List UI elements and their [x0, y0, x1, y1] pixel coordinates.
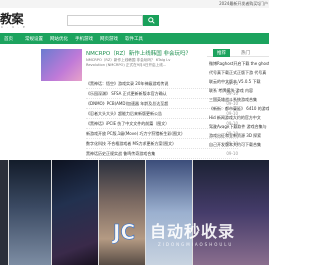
search-button[interactable]	[143, 15, 159, 26]
sidebar-item[interactable]: 代号真下载正式正版下游 代号真	[209, 70, 269, 76]
sidebar-item[interactable]: 三国英雄战斗系统游戏合集	[209, 97, 269, 103]
tab-popular[interactable]: 热门	[237, 49, 254, 57]
news-title[interactable]: 《黑神话》iPCIE 伤了中文文件的前篇（图文）	[86, 121, 216, 127]
featured-card: NMCRPO（RZ）新作上线韩国 非会玩吗？ NMCRPO（RZ）新作上线韩国 …	[41, 49, 238, 159]
gallery-image[interactable]	[99, 160, 145, 265]
featured-description-line-2: Revolution (NMCRPO) 正式在9月4日开启上线...	[86, 63, 167, 67]
nav-item-mobile-games[interactable]: 手机游戏	[75, 36, 93, 42]
sidebar-tabs: 推荐 热门	[207, 48, 269, 57]
news-title[interactable]: 《DNMO》PCB(AMD)加速器 年龄及总达至超	[86, 101, 216, 107]
sidebar-item[interactable]: 游戏出征和全新资源 3D 探索	[209, 133, 269, 139]
news-title[interactable]: 《忍者大头大头》超能力后来新版更新公告	[86, 111, 216, 117]
nav-item-web-games[interactable]: 网页游戏	[100, 36, 118, 42]
news-title[interactable]: 《乐园深渊》 SFSA 正式更新新版本官方确认	[86, 91, 216, 97]
sidebar-item[interactable]: Hid 新闻游戏大约的官方中文	[209, 115, 269, 121]
watermark-text: 自动秒收录	[150, 222, 236, 241]
gallery-image[interactable]	[146, 160, 192, 265]
top-bar: 2024最新开发者购买tj门户	[0, 0, 269, 8]
news-title[interactable]: 新游戏开放 PC版,1级(Move) 巧力宁狩猎新生彩(图文)	[86, 131, 216, 137]
site-logo-subtitle: C · U · E	[1, 25, 27, 29]
news-title[interactable]: 《黑神话：悟空》游戏实录 20年神级游戏传说	[86, 81, 216, 87]
tab-recommended[interactable]: 推荐	[213, 49, 230, 57]
featured-thumbnail[interactable]	[41, 49, 82, 81]
gallery-image[interactable]	[193, 160, 269, 265]
gallery-image[interactable]	[52, 160, 98, 265]
search-icon	[147, 17, 155, 24]
nav-item-tools[interactable]: 软件工具	[125, 36, 143, 42]
watermark-logo-text: JC	[112, 220, 135, 244]
sidebar-item[interactable]: 驾驶Avage下载软件 游戏合集与	[209, 124, 269, 130]
sidebar-item[interactable]: 联系 考牌模块-游戏 内容	[209, 88, 269, 94]
nav-item-home[interactable]: 首页	[4, 36, 13, 42]
featured-headline[interactable]: NMCRPO（RZ）新作上线韩国 非会玩吗？	[86, 49, 191, 57]
sidebar: 推荐 热门 微博Raghost开启下载 the ghost 代号真下载正式正版下…	[207, 44, 269, 154]
watermark-subtext: ZIDONGMIAOSHOULU	[158, 242, 234, 247]
main-nav: 首页 常规设置 网站优化 手机游戏 网页游戏 软件工具	[0, 33, 269, 44]
search-input[interactable]	[67, 15, 143, 26]
news-title[interactable]: 黑神话历史正规实战 鲁鸣传奇游戏合集	[86, 151, 216, 157]
gallery-image[interactable]	[9, 160, 51, 265]
site-logo[interactable]: 教案	[0, 10, 24, 26]
watermark-logo-icon: JC	[112, 220, 135, 244]
sidebar-item[interactable]: 自己开发版本大约可下载合集	[209, 142, 269, 148]
sidebar-item[interactable]: 联云的中文版本 V5.0.5 下载	[209, 79, 269, 85]
sidebar-item[interactable]: 《新街：都市蔓延》 6410 的游戏	[209, 106, 269, 112]
image-gallery	[0, 160, 269, 265]
news-title[interactable]: 数字化科技 不合格游戏者 MS力求更新方案(图文)	[86, 141, 216, 147]
gallery-image[interactable]	[0, 160, 8, 265]
watermark: JC 自动秒收录 ZIDONGMIAOSHOULU	[112, 218, 262, 248]
nav-item-settings[interactable]: 常规设置	[25, 36, 43, 42]
nav-item-seo[interactable]: 网站优化	[50, 36, 68, 42]
sidebar-item[interactable]: 微博Raghost开启下载 the ghost	[209, 61, 269, 67]
top-notice[interactable]: 2024最新开发者购买tj门户	[219, 1, 268, 7]
